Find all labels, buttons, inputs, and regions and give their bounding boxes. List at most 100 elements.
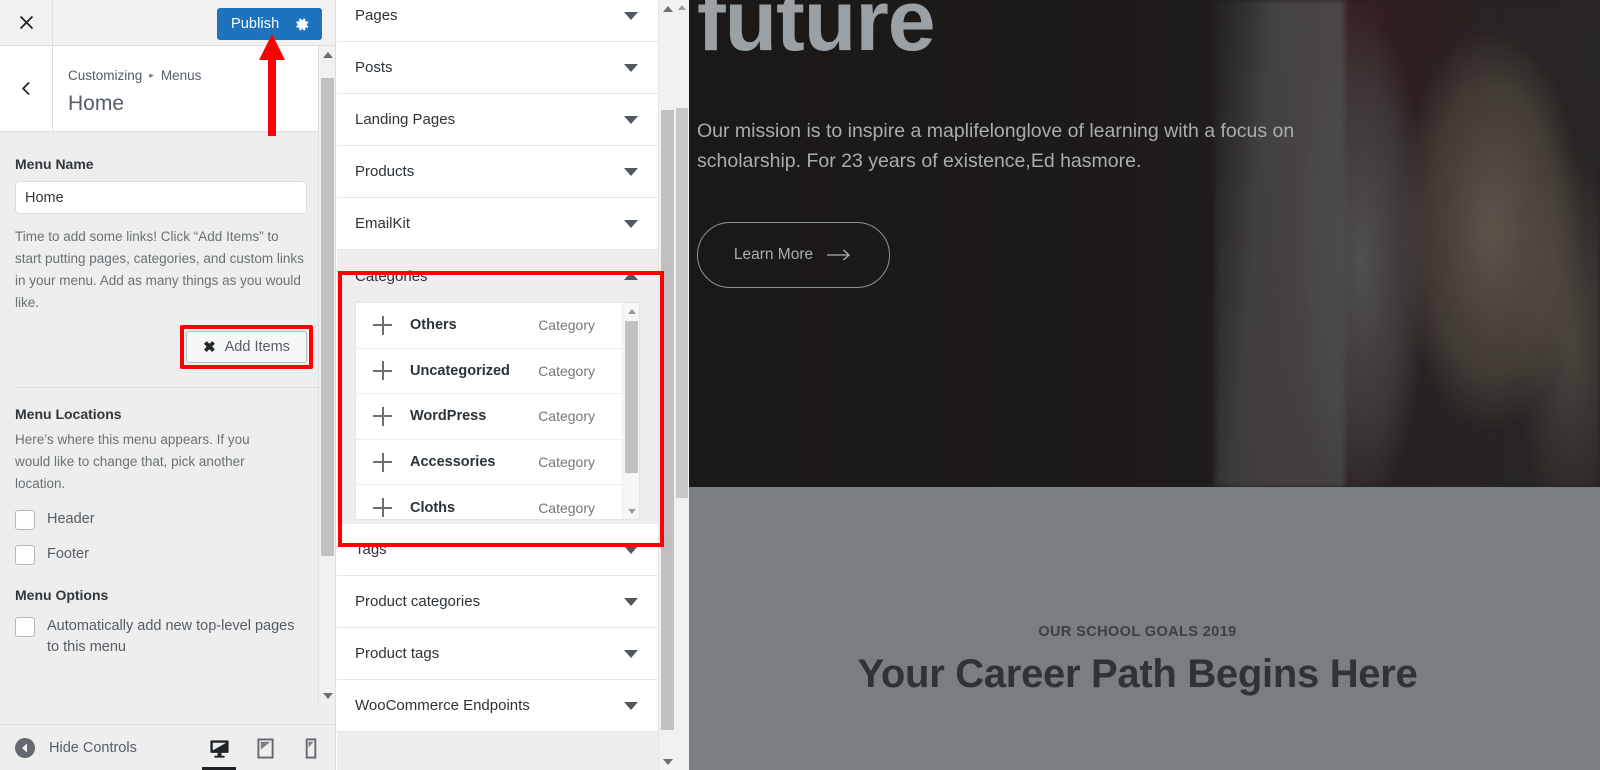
preview-scrollbar[interactable] <box>675 0 689 770</box>
menu-name-input[interactable] <box>15 181 307 214</box>
learn-more-label: Learn More <box>733 246 814 263</box>
site-preview: future Our mission is to inspire a mapli… <box>675 0 1600 770</box>
option-label-auto-add-pages: Automatically add new top-level pages to… <box>47 618 295 656</box>
accordion-section-emailkit[interactable]: EmailKit <box>337 198 658 250</box>
scroll-up-arrow-icon[interactable] <box>659 0 675 17</box>
divider <box>15 387 321 389</box>
checkbox-icon[interactable] <box>15 545 35 566</box>
scroll-down-arrow-icon[interactable] <box>319 687 335 704</box>
hero-title: future <box>697 0 936 69</box>
list-item[interactable]: Uncategorized Category <box>356 349 639 395</box>
accordion-section-categories-header[interactable]: Categories <box>337 250 658 302</box>
list-item-name: Others <box>410 317 457 334</box>
collapse-left-icon <box>15 737 35 758</box>
plus-icon[interactable] <box>373 498 392 518</box>
menu-options-heading: Menu Options <box>15 587 109 604</box>
list-item[interactable]: WordPress Category <box>356 394 639 440</box>
breadcrumb-current[interactable]: Menus <box>161 68 202 83</box>
plus-icon[interactable] <box>373 452 392 472</box>
accordion-label: Product categories <box>355 593 481 610</box>
customizer-footer: Hide Controls <box>0 724 335 770</box>
accordion-label: EmailKit <box>355 215 411 232</box>
accordion-section-posts[interactable]: Posts <box>337 42 658 94</box>
list-item[interactable]: Cloths Category <box>356 485 639 519</box>
close-customizer-button[interactable] <box>0 0 53 45</box>
list-item[interactable]: Others Category <box>356 303 639 349</box>
arrow-right-icon <box>827 249 851 261</box>
scrollbar-thumb[interactable] <box>625 321 638 473</box>
menu-description-text: Time to add some links! Click “Add Items… <box>15 229 304 310</box>
hide-controls-button[interactable]: Hide Controls <box>14 737 137 759</box>
chevron-up-icon <box>624 272 638 280</box>
publish-button[interactable]: Publish <box>217 8 322 40</box>
breadcrumb-root[interactable]: Customizing <box>68 68 142 83</box>
list-item[interactable]: Accessories Category <box>356 440 639 486</box>
list-item-type: Category <box>538 499 595 516</box>
checkbox-icon[interactable] <box>15 510 35 531</box>
plus-icon[interactable] <box>373 361 392 381</box>
hero-subtitle: Our mission is to inspire a maplifelongl… <box>697 120 1295 173</box>
menu-locations-heading: Menu Locations <box>15 406 122 423</box>
option-checkbox-auto-add-pages[interactable]: Automatically add new top-level pages to… <box>15 616 321 658</box>
customizer-panel-header: Customizing ▸ Menus Home <box>0 46 335 132</box>
location-checkbox-footer[interactable]: Footer <box>15 544 321 566</box>
learn-more-button[interactable]: Learn More <box>697 222 890 288</box>
list-item-type: Category <box>538 408 595 425</box>
accordion-label: Product tags <box>355 645 440 662</box>
device-button-mobile[interactable] <box>288 725 334 770</box>
checkbox-icon[interactable] <box>15 617 35 638</box>
gear-icon[interactable] <box>295 17 310 32</box>
list-item-type: Category <box>538 454 595 471</box>
scroll-up-arrow-icon[interactable] <box>675 0 689 14</box>
hero-section: future Our mission is to inspire a mapli… <box>675 0 1600 487</box>
available-menu-items-panel: Pages Posts Landing Pages Products Email… <box>337 0 675 770</box>
customizer-sidebar: Publish Customizing ▸ Menus Home Menu Na… <box>0 0 336 770</box>
accordion-section-tags[interactable]: Tags <box>337 524 658 576</box>
back-button[interactable] <box>0 46 53 131</box>
scrollbar-thumb[interactable] <box>661 110 674 730</box>
page-title: Home <box>68 92 125 115</box>
accordion-section-categories: Categories Others Category Uncategorized… <box>337 250 658 524</box>
tablet-icon <box>256 738 274 758</box>
add-items-button[interactable]: ✖ Add Items <box>186 331 307 364</box>
device-preview-buttons <box>196 725 334 770</box>
menu-locations-description: Here’s where this menu appears. If you w… <box>15 432 250 492</box>
plus-icon[interactable] <box>373 315 392 335</box>
device-button-desktop[interactable] <box>196 725 242 770</box>
list-item-name: Cloths <box>410 499 456 516</box>
accordion-section-pages[interactable]: Pages <box>337 0 658 42</box>
scrollbar-thumb[interactable] <box>321 78 334 556</box>
scroll-up-arrow-icon[interactable] <box>319 46 335 63</box>
mobile-icon <box>305 737 317 759</box>
sidebar-scrollbar[interactable] <box>318 46 335 704</box>
chevron-down-icon <box>624 701 638 710</box>
accordion-section-landing-pages[interactable]: Landing Pages <box>337 94 658 146</box>
breadcrumb: Customizing ▸ Menus <box>68 68 201 83</box>
list-item-name: Uncategorized <box>410 362 510 379</box>
categories-list-scrollbar[interactable] <box>622 303 639 519</box>
close-x-icon <box>19 15 33 30</box>
accordion-label: WooCommerce Endpoints <box>355 697 530 714</box>
location-label-footer: Footer <box>47 546 89 563</box>
menu-items-panel-scrollbar[interactable] <box>658 0 675 770</box>
chevron-left-icon <box>21 82 29 95</box>
menu-name-label: Menu Name <box>15 156 94 172</box>
accordion-section-woocommerce-endpoints[interactable]: WooCommerce Endpoints <box>337 680 658 732</box>
accordion-section-product-categories[interactable]: Product categories <box>337 576 658 628</box>
device-button-tablet[interactable] <box>242 725 288 770</box>
goals-section: OUR SCHOOL GOALS 2019 Your Career Path B… <box>675 487 1600 770</box>
chevron-down-icon <box>624 219 638 228</box>
desktop-icon <box>209 739 229 758</box>
location-checkbox-header[interactable]: Header <box>15 509 321 531</box>
list-item-name: WordPress <box>410 408 487 425</box>
chevron-down-icon <box>624 63 638 72</box>
accordion-label: Tags <box>355 541 387 558</box>
scroll-up-arrow-icon[interactable] <box>623 303 639 319</box>
scroll-down-arrow-icon[interactable] <box>623 503 639 519</box>
plus-icon[interactable] <box>373 406 392 426</box>
accordion-section-products[interactable]: Products <box>337 146 658 198</box>
hide-controls-label: Hide Controls <box>49 739 137 756</box>
scrollbar-thumb[interactable] <box>676 108 688 498</box>
accordion-section-product-tags[interactable]: Product tags <box>337 628 658 680</box>
scroll-down-arrow-icon[interactable] <box>659 753 675 770</box>
